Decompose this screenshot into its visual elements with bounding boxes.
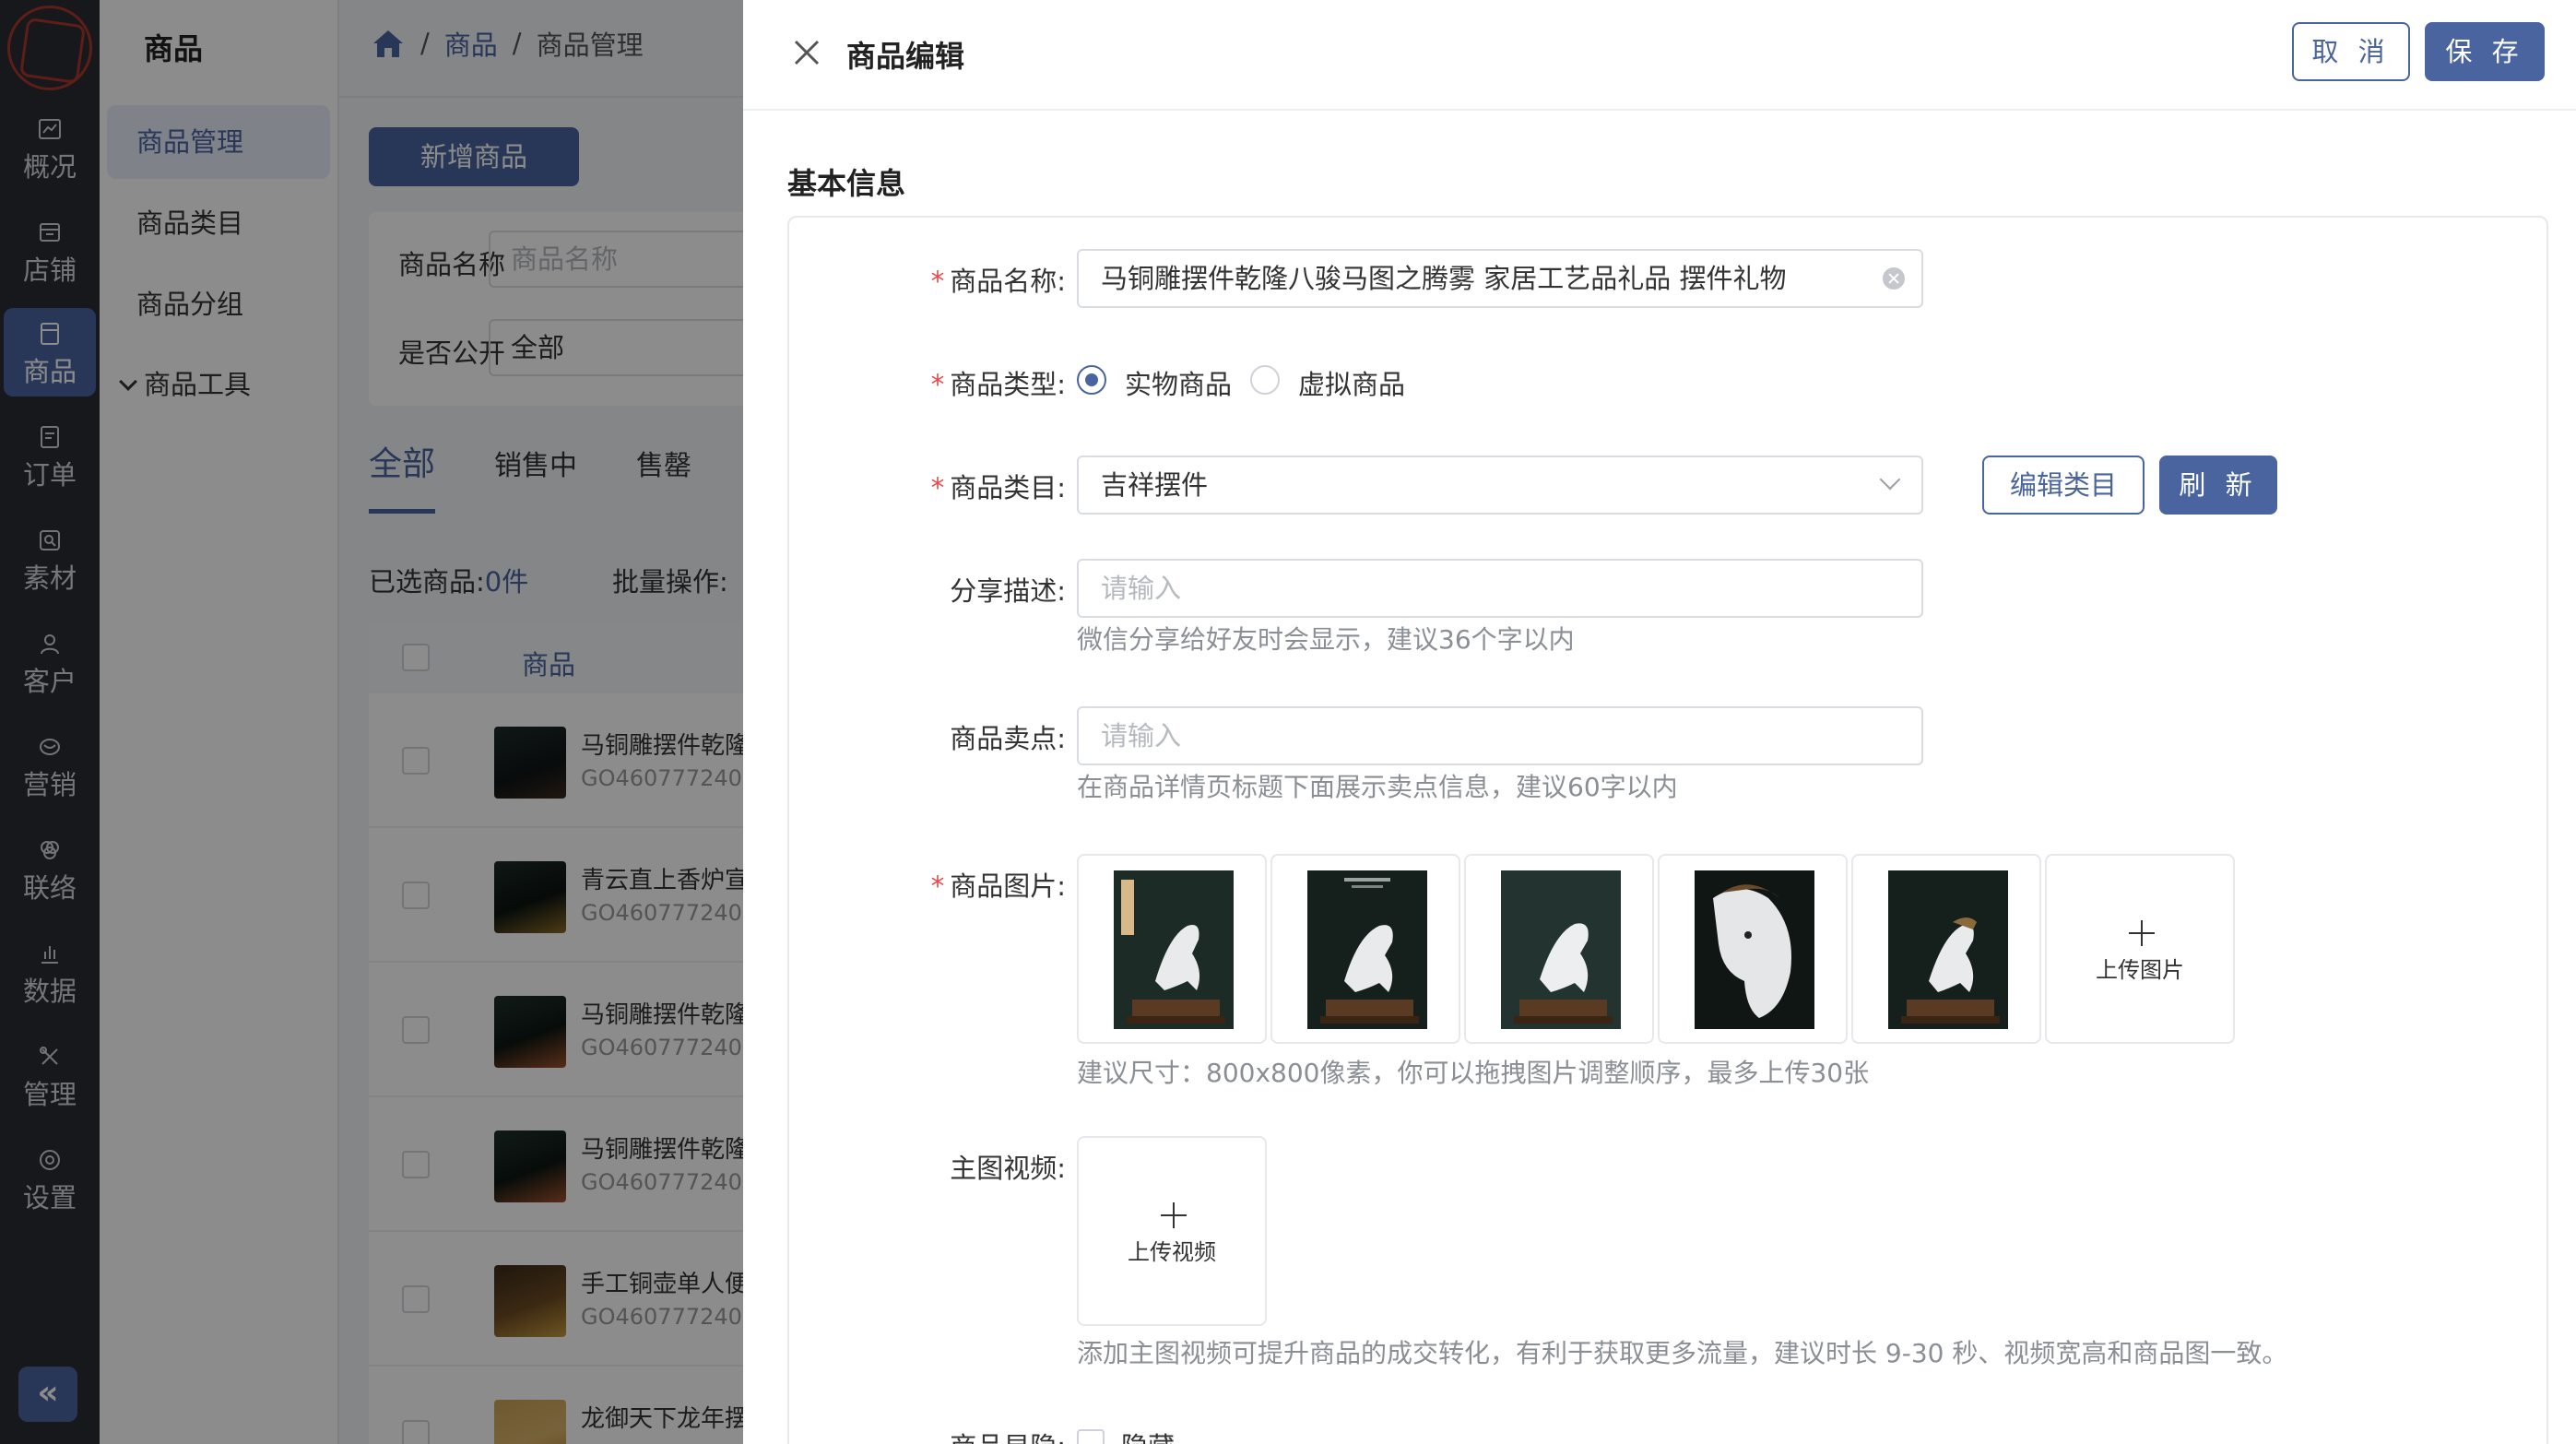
share-description-hint: 微信分享给好友时会显示，建议36个字以内 [1077, 624, 1575, 655]
drawer-header: 商品编辑 取 消 保 存 [743, 0, 2576, 111]
product-image-thumb[interactable] [1851, 854, 2041, 1044]
main-video-hint: 添加主图视频可提升商品的成交转化，有利于获取更多流量，建议时长 9-30 秒、视… [1077, 1338, 2288, 1368]
product-image-3 [1501, 870, 1621, 1029]
hide-product-label[interactable]: 隐藏 [1121, 1426, 1175, 1444]
plus-icon [1161, 1202, 1187, 1228]
product-edit-drawer: 商品编辑 取 消 保 存 基本信息 * 商品名称: 马铜雕摆件乾隆八骏马图之腾雾 … [743, 0, 2576, 1444]
selling-point-input[interactable]: 请输入 [1077, 706, 1923, 765]
product-category-label-text: 商品类目: [950, 472, 1066, 503]
product-image-thumb[interactable] [1464, 854, 1654, 1044]
close-icon[interactable] [793, 39, 821, 66]
main-video-label: 主图视频: [950, 1153, 1066, 1184]
product-image-2 [1307, 870, 1427, 1029]
upload-video-label: 上传视频 [1128, 1239, 1216, 1265]
cancel-button[interactable]: 取 消 [2292, 22, 2410, 81]
upload-video-button[interactable]: 上传视频 [1077, 1136, 1267, 1326]
selling-point-label: 商品卖点: [950, 723, 1066, 754]
product-images-hint: 建议尺寸：800x800像素，你可以拖拽图片调整顺序，最多上传30张 [1077, 1058, 1870, 1088]
hide-product-checkbox[interactable] [1077, 1429, 1105, 1444]
product-image-4 [1695, 870, 1814, 1029]
product-type-label-text: 商品类型: [950, 369, 1066, 400]
chevron-down-icon [1879, 468, 1901, 491]
product-image-1 [1114, 870, 1234, 1029]
basic-info-card: * 商品名称: 马铜雕摆件乾隆八骏马图之腾雾 家居工艺品礼品 摆件礼物 * 商品类型… [787, 216, 2548, 1444]
product-category-value: 吉祥摆件 [1101, 469, 1209, 501]
clear-icon[interactable] [1883, 267, 1905, 290]
product-category-label: * 商品类目: [789, 467, 1066, 505]
product-image-5 [1888, 870, 2008, 1029]
product-images-label: * 商品图片: [789, 865, 1066, 904]
plus-icon [2129, 920, 2155, 946]
edit-category-button[interactable]: 编辑类目 [1982, 456, 2145, 515]
product-name-label-text: 商品名称: [950, 266, 1066, 297]
radio-physical-product[interactable] [1077, 365, 1106, 395]
refresh-button[interactable]: 刷 新 [2159, 456, 2277, 515]
product-visibility-label: 商品显隐: [789, 1426, 1066, 1444]
upload-image-label: 上传图片 [2096, 957, 2184, 983]
upload-image-button[interactable]: 上传图片 [2045, 854, 2235, 1044]
product-name-value: 马铜雕摆件乾隆八骏马图之腾雾 家居工艺品礼品 摆件礼物 [1101, 263, 1787, 294]
product-image-thumb[interactable] [1270, 854, 1460, 1044]
product-image-thumb[interactable] [1658, 854, 1848, 1044]
required-mark: * [930, 472, 945, 503]
save-button[interactable]: 保 存 [2425, 22, 2545, 81]
product-images-label-text: 商品图片: [950, 870, 1066, 902]
share-description-input[interactable]: 请输入 [1077, 559, 1923, 618]
required-mark: * [930, 369, 945, 400]
radio-virtual-label[interactable]: 虚拟商品 [1298, 363, 1405, 402]
product-image-thumb[interactable] [1077, 854, 1267, 1044]
required-mark: * [930, 870, 945, 902]
product-category-select[interactable]: 吉祥摆件 [1077, 456, 1923, 515]
section-title-basic-info: 基本信息 [787, 166, 906, 201]
radio-physical-label[interactable]: 实物商品 [1125, 363, 1232, 402]
required-mark: * [930, 266, 945, 297]
product-name-label: * 商品名称: [789, 260, 1066, 299]
selling-point-hint: 在商品详情页标题下面展示卖点信息，建议60字以内 [1077, 772, 1678, 802]
product-type-label: * 商品类型: [789, 363, 1066, 402]
drawer-title: 商品编辑 [846, 39, 965, 74]
share-description-label: 分享描述: [950, 575, 1066, 607]
product-name-input[interactable]: 马铜雕摆件乾隆八骏马图之腾雾 家居工艺品礼品 摆件礼物 [1077, 249, 1923, 308]
radio-virtual-product[interactable] [1250, 365, 1280, 395]
